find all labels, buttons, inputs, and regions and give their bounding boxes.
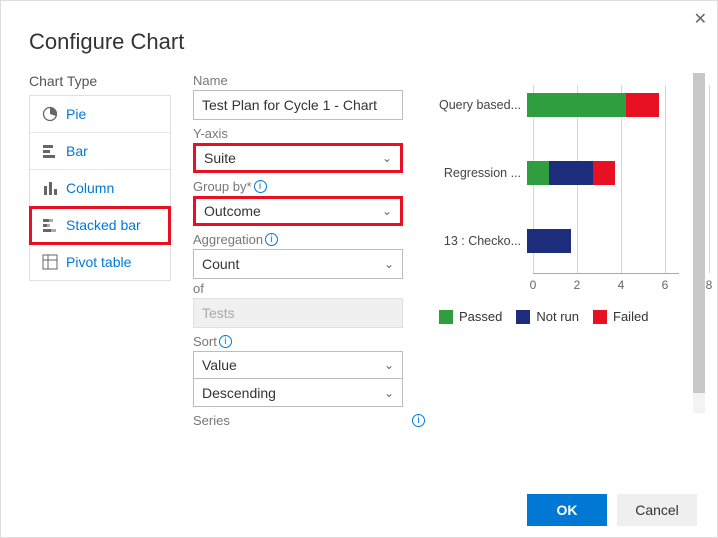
chart-row-label: Regression ... (439, 166, 527, 180)
chevron-down-icon: ⌄ (382, 151, 392, 165)
chart-type-label: Chart Type (29, 73, 171, 89)
yaxis-label: Y-axis (193, 126, 425, 141)
chart-type-pie[interactable]: Pie (30, 96, 170, 133)
aggregation-select[interactable]: Count ⌄ (193, 249, 403, 279)
chart-row-label: 13 : Checko... (439, 234, 527, 248)
chart-preview: Query based... Regression ... 13 : (439, 73, 687, 413)
swatch-icon (516, 310, 530, 324)
groupby-select[interactable]: Outcome ⌄ (193, 196, 403, 226)
scrollbar-thumb[interactable] (693, 73, 705, 393)
legend-label: Passed (459, 309, 502, 324)
aggregation-label-text: Aggregation (193, 232, 263, 247)
groupby-value: Outcome (204, 203, 261, 219)
column-icon (42, 180, 58, 196)
chart-type-pivot-table[interactable]: Pivot table (30, 244, 170, 280)
axis-tick: 2 (574, 278, 581, 292)
sort-label-text: Sort (193, 334, 217, 349)
chart-type-item-label: Column (66, 180, 114, 196)
legend-item-failed: Failed (593, 309, 648, 324)
info-icon[interactable]: i (219, 335, 232, 348)
ok-button[interactable]: OK (527, 494, 607, 526)
chart-row: Regression ... (439, 159, 615, 187)
bar-icon (42, 143, 58, 159)
sort-label: Sort i (193, 334, 425, 349)
series-label-text: Series (193, 413, 230, 428)
axis-tick: 0 (530, 278, 537, 292)
axis-tick: 6 (662, 278, 669, 292)
name-label: Name (193, 73, 425, 88)
config-fields-panel: Name Test Plan for Cycle 1 - Chart Y-axi… (193, 73, 425, 481)
axis-tick: 4 (618, 278, 625, 292)
name-value: Test Plan for Cycle 1 - Chart (202, 97, 377, 113)
sort-direction-value: Descending (202, 385, 276, 401)
pivot-icon (42, 254, 58, 270)
bar-segment-failed (593, 161, 615, 185)
stackedbar-icon (42, 217, 58, 233)
chart-type-stacked-bar[interactable]: Stacked bar (30, 207, 170, 244)
x-axis: 0 2 4 6 8 (533, 273, 679, 291)
sort-field-select[interactable]: Value ⌄ (193, 351, 403, 379)
cancel-button[interactable]: Cancel (617, 494, 697, 526)
bar-segment-failed (626, 93, 659, 117)
chevron-down-icon: ⌄ (384, 386, 394, 400)
swatch-icon (593, 310, 607, 324)
chart-type-panel: Chart Type Pie Bar (29, 73, 171, 481)
aggregation-label: Aggregation i (193, 232, 425, 247)
vertical-scrollbar[interactable] (693, 73, 705, 413)
info-icon[interactable]: i (412, 414, 425, 427)
sort-direction-select[interactable]: Descending ⌄ (193, 379, 403, 407)
info-icon[interactable]: i (265, 233, 278, 246)
bar-segment-notrun (527, 229, 571, 253)
chevron-down-icon: ⌄ (382, 204, 392, 218)
yaxis-select[interactable]: Suite ⌄ (193, 143, 403, 173)
legend-label: Failed (613, 309, 648, 324)
chart-row: 13 : Checko... (439, 227, 571, 255)
dialog-footer: OK Cancel (1, 481, 717, 537)
dialog-body: Chart Type Pie Bar (1, 73, 717, 481)
chart-type-list: Pie Bar Column (29, 95, 171, 281)
configure-chart-dialog: ✕ Configure Chart Chart Type Pie Bar (0, 0, 718, 538)
of-value: Tests (202, 305, 235, 321)
aggregation-value: Count (202, 256, 239, 272)
chart-bar (527, 161, 615, 185)
chart-type-bar[interactable]: Bar (30, 133, 170, 170)
groupby-label-text: Group by* (193, 179, 252, 194)
axis-tick: 8 (706, 278, 713, 292)
chart-bar (527, 93, 659, 117)
legend-label: Not run (536, 309, 579, 324)
swatch-icon (439, 310, 453, 324)
sort-value: Value (202, 357, 237, 373)
chart-type-item-label: Stacked bar (66, 217, 141, 233)
of-input: Tests (193, 298, 403, 328)
series-label: Series i (193, 413, 425, 428)
chart-row-label: Query based... (439, 98, 527, 112)
bar-segment-notrun (549, 161, 593, 185)
of-label: of (193, 281, 425, 296)
groupby-label: Group by* i (193, 179, 425, 194)
name-input[interactable]: Test Plan for Cycle 1 - Chart (193, 90, 403, 120)
info-icon[interactable]: i (254, 180, 267, 193)
close-icon[interactable]: ✕ (694, 9, 707, 29)
chevron-down-icon: ⌄ (384, 257, 394, 271)
chevron-down-icon: ⌄ (384, 358, 394, 372)
bar-segment-passed (527, 93, 626, 117)
chart-preview-panel: Query based... Regression ... 13 : (439, 73, 705, 481)
legend-item-notrun: Not run (516, 309, 579, 324)
bar-segment-passed (527, 161, 549, 185)
pie-icon (42, 106, 58, 122)
chart-legend: Passed Not run Failed (439, 309, 648, 324)
chart-type-column[interactable]: Column (30, 170, 170, 207)
chart-bar (527, 229, 571, 253)
yaxis-value: Suite (204, 150, 236, 166)
chart-type-item-label: Pie (66, 106, 86, 122)
dialog-title: Configure Chart (1, 1, 717, 73)
chart-row: Query based... (439, 91, 659, 119)
chart-type-item-label: Pivot table (66, 254, 131, 270)
chart-type-item-label: Bar (66, 143, 88, 159)
legend-item-passed: Passed (439, 309, 502, 324)
